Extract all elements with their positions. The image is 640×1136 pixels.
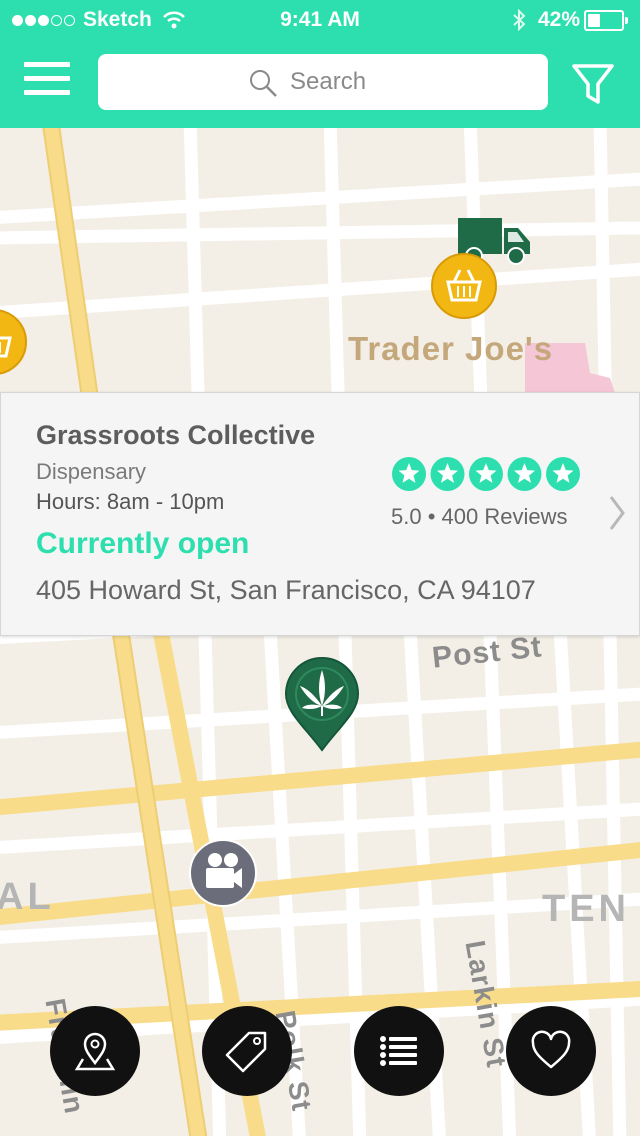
- district-label-al: AL: [0, 876, 55, 918]
- grocery-basket-icon[interactable]: [0, 308, 28, 381]
- status-right: 42%: [512, 8, 628, 32]
- movie-camera-icon[interactable]: [188, 838, 258, 913]
- battery-icon: [584, 9, 628, 31]
- chevron-right-icon[interactable]: [607, 493, 627, 538]
- search-icon: [250, 70, 277, 97]
- deals-button[interactable]: [202, 1006, 292, 1096]
- list-view-button[interactable]: [354, 1006, 444, 1096]
- map-view-button[interactable]: [50, 1006, 140, 1096]
- place-address: 405 Howard St, San Francisco, CA 94107: [36, 575, 536, 605]
- status-bar: Sketch 9:41 AM 42%: [0, 0, 640, 40]
- search-input[interactable]: Search: [98, 54, 548, 110]
- search-placeholder: Search: [290, 68, 367, 95]
- battery-percent: 42%: [537, 8, 580, 31]
- heart-icon: [531, 1030, 571, 1069]
- place-hours: Hours: 8am - 10pm: [36, 489, 225, 514]
- grocery-basket-icon[interactable]: [430, 252, 498, 325]
- favorites-button[interactable]: [506, 1006, 596, 1096]
- dispensary-leaf-icon[interactable]: [284, 656, 360, 757]
- location-card[interactable]: Grassroots Collective Dispensary Hours: …: [0, 392, 640, 636]
- open-status: Currently open: [36, 527, 250, 560]
- filter-icon[interactable]: [568, 58, 618, 108]
- battery-level: [588, 13, 600, 27]
- district-label-ten: TEN: [542, 888, 630, 930]
- bluetooth-icon: [513, 9, 526, 32]
- rating-summary: 5.0 • 400 Reviews: [391, 504, 568, 529]
- list-icon: [380, 1036, 417, 1066]
- place-category: Dispensary: [36, 459, 147, 484]
- star-rating: [391, 455, 583, 500]
- tag-icon: [225, 1031, 267, 1073]
- place-name: Grassroots Collective: [36, 420, 316, 450]
- hamburger-icon[interactable]: [24, 62, 70, 100]
- map-pin-icon: [74, 1032, 116, 1071]
- app-header: Sketch 9:41 AM 42% Search: [0, 0, 640, 128]
- poi-label-trader-joes: Trader Joe's: [348, 330, 554, 367]
